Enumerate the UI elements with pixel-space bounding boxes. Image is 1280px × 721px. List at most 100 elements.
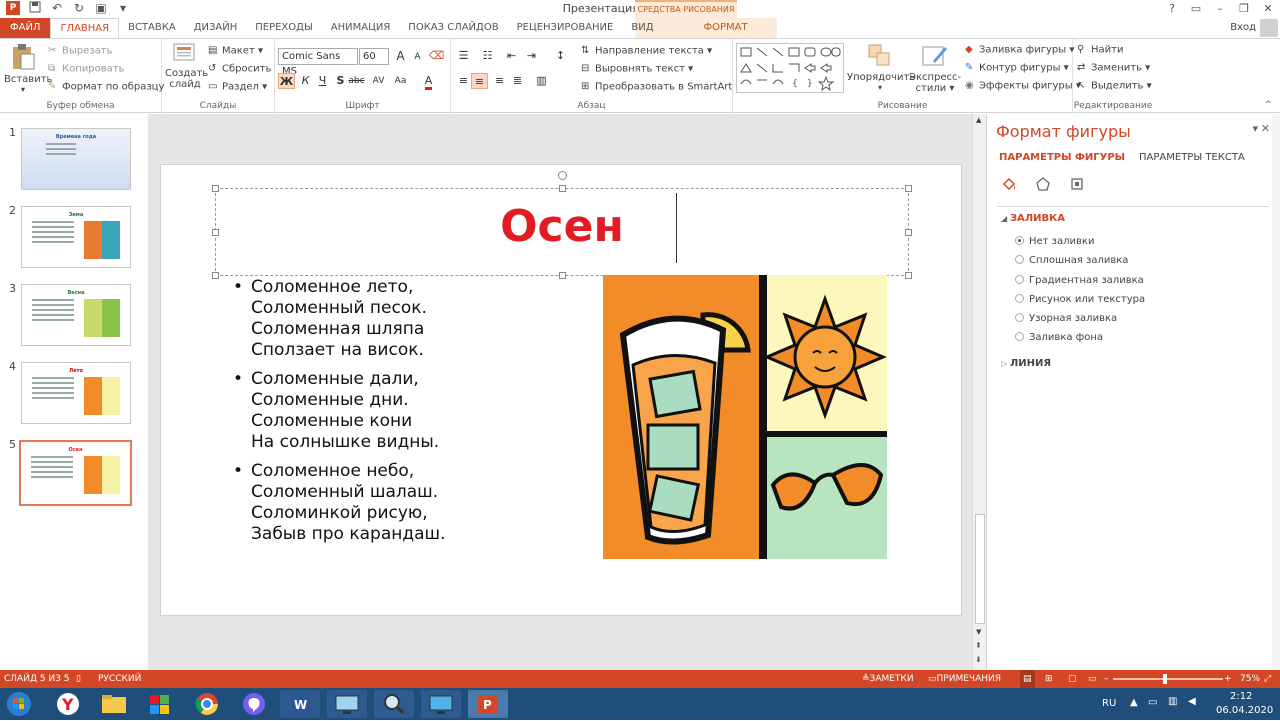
text-direction-button[interactable]: ⇅ Направление текста ▾ — [581, 45, 712, 57]
increase-indent-button[interactable]: ⇥ — [523, 48, 540, 64]
tray-up-arrow-icon[interactable]: ▲ — [1130, 697, 1138, 708]
resize-handle-br[interactable] — [905, 272, 912, 279]
slide-thumbnail-5[interactable]: Осен — [19, 440, 132, 506]
slide-sorter-icon[interactable]: ⊞ — [1045, 670, 1053, 688]
layout-button[interactable]: ▤ Макет ▾ — [208, 45, 263, 57]
tab-file[interactable]: ФАЙЛ — [0, 18, 51, 38]
yandex-browser-icon[interactable]: Y — [48, 690, 88, 718]
zoom-slider-thumb[interactable] — [1163, 674, 1167, 684]
copy-button[interactable]: ⧉ Копировать — [48, 63, 124, 75]
editor-scrollbar[interactable]: ▲ ▼ ⇞ ⇟ — [972, 114, 986, 670]
fill-section-header[interactable]: ◢ ЗАЛИВКА — [1001, 213, 1065, 224]
fill-option-picture[interactable]: Рисунок или текстура — [1015, 294, 1145, 305]
change-case-button[interactable]: Aa — [392, 73, 409, 89]
shrink-font-button[interactable]: A — [409, 49, 426, 65]
fill-option-none[interactable]: Нет заливки — [1015, 236, 1094, 247]
clear-format-button[interactable]: ⌫ — [428, 48, 445, 64]
ribbon-options-icon[interactable]: ▭ — [1184, 0, 1208, 18]
quick-styles-button[interactable]: Экспресс- стили ▾ — [909, 43, 961, 94]
slide-thumbnail-1[interactable]: Времена года — [21, 128, 131, 190]
tab-slide-show[interactable]: ПОКАЗ СЛАЙДОВ — [399, 18, 507, 38]
notes-button[interactable]: ≜ ЗАМЕТКИ — [862, 670, 914, 688]
fill-option-background[interactable]: Заливка фона — [1015, 332, 1103, 343]
slideshow-icon[interactable]: ▭ — [1088, 670, 1097, 688]
restore-icon[interactable]: ❐ — [1232, 0, 1256, 18]
find-button[interactable]: ⚲ Найти — [1077, 44, 1123, 56]
zoom-slider[interactable] — [1113, 678, 1223, 680]
powerpoint-icon[interactable]: P — [468, 690, 508, 718]
slide-canvas[interactable]: Осен • Соломенное лето, Соломенный песок… — [160, 164, 962, 616]
align-center-button[interactable]: ≡ — [471, 73, 488, 89]
tab-shape-options[interactable]: ПАРАМЕТРЫ ФИГУРЫ — [999, 152, 1125, 163]
radio[interactable] — [1015, 275, 1024, 284]
grow-font-button[interactable]: A — [392, 48, 409, 64]
cut-button[interactable]: ✂ Вырезать — [48, 45, 112, 57]
radio-selected[interactable] — [1015, 236, 1024, 245]
align-text-button[interactable]: ⊟ Выровнять текст ▾ — [581, 63, 693, 75]
font-size-select[interactable]: 60 — [359, 48, 389, 65]
new-slide-button[interactable]: Создать слайд — [165, 43, 208, 90]
resize-handle-ml[interactable] — [212, 229, 219, 236]
chrome-icon[interactable] — [187, 690, 227, 718]
normal-view-icon[interactable]: ▤ — [1020, 670, 1035, 688]
size-properties-icon[interactable] — [1069, 176, 1085, 192]
spelling-icon[interactable]: ▯ — [76, 670, 81, 688]
shape-fill-button[interactable]: ◆ Заливка фигуры ▾ — [965, 44, 1074, 56]
zoom-in-icon[interactable]: + — [1224, 670, 1232, 688]
pane-options-icon[interactable]: ▾ — [1252, 122, 1258, 135]
shape-outline-button[interactable]: ✎ Контур фигуры ▾ — [965, 62, 1069, 74]
fit-slide-icon[interactable]: ⤢ — [1264, 670, 1271, 688]
tab-transitions[interactable]: ПЕРЕХОДЫ — [246, 18, 322, 38]
radio[interactable] — [1015, 255, 1024, 264]
font-color-button[interactable]: A — [420, 73, 437, 90]
line-section-header[interactable]: ▷ ЛИНИЯ — [1001, 358, 1051, 369]
underline-button[interactable]: Ч — [314, 73, 331, 89]
magnifier-app-icon[interactable] — [374, 690, 414, 718]
resize-handle-tc[interactable] — [559, 185, 566, 192]
tray-battery-icon[interactable]: ▭ — [1148, 697, 1157, 708]
tab-view[interactable]: ВИД — [622, 18, 662, 38]
bullets-button[interactable]: ☰ — [455, 48, 472, 64]
minimize-icon[interactable]: – — [1208, 0, 1232, 18]
align-right-button[interactable]: ≡ — [491, 73, 508, 89]
select-button[interactable]: ↖ Выделить ▾ — [1077, 80, 1152, 92]
shadow-button[interactable]: S — [332, 73, 349, 89]
slide-thumbnail-3[interactable]: Весна — [21, 284, 131, 346]
summer-clipart-image[interactable] — [603, 275, 887, 559]
resize-handle-tr[interactable] — [905, 185, 912, 192]
smartart-button[interactable]: ⊞Преобразовать в SmartArt ▾ — [581, 81, 741, 93]
zoom-out-icon[interactable]: – — [1104, 670, 1109, 688]
collapse-ribbon-icon[interactable]: ^ — [1264, 100, 1272, 110]
rotate-handle-icon[interactable] — [558, 171, 567, 180]
help-icon[interactable]: ? — [1160, 0, 1184, 18]
strikethrough-button[interactable]: abc — [348, 73, 365, 89]
radio[interactable] — [1015, 332, 1024, 341]
tab-animation[interactable]: АНИМАЦИЯ — [322, 18, 400, 38]
prev-slide-icon[interactable]: ⇞ — [975, 641, 982, 650]
fill-option-pattern[interactable]: Узорная заливка — [1015, 313, 1117, 324]
resize-handle-bl[interactable] — [212, 272, 219, 279]
next-slide-icon[interactable]: ⇟ — [975, 655, 982, 664]
reading-view-icon[interactable]: ▢ — [1068, 670, 1077, 688]
italic-button[interactable]: К — [297, 73, 314, 89]
scroll-up-icon[interactable]: ▲ — [976, 116, 981, 124]
section-button[interactable]: ▭ Раздел ▾ — [208, 81, 267, 93]
radio[interactable] — [1015, 313, 1024, 322]
fill-line-icon[interactable] — [1001, 176, 1017, 192]
justify-button[interactable]: ≣ — [509, 73, 526, 89]
numbering-button[interactable]: ☷ — [479, 48, 496, 64]
sign-in-link[interactable]: Вход — [1230, 18, 1256, 38]
avatar[interactable] — [1260, 19, 1278, 37]
remote-desktop-icon[interactable] — [327, 690, 367, 718]
display-app-icon[interactable] — [421, 690, 461, 718]
paste-button[interactable]: Вставить ▾ — [4, 43, 52, 99]
tab-insert[interactable]: ВСТАВКА — [119, 18, 185, 38]
tray-language[interactable]: RU — [1102, 698, 1116, 709]
fill-option-gradient[interactable]: Градиентная заливка — [1015, 275, 1144, 286]
tab-design[interactable]: ДИЗАЙН — [185, 18, 247, 38]
font-name-select[interactable]: Comic Sans MS — [278, 48, 358, 77]
slide-thumbnail-2[interactable]: Зима — [21, 206, 131, 268]
zoom-level[interactable]: 75% — [1240, 670, 1260, 688]
format-painter-button[interactable]: ✎ Формат по образцу — [48, 81, 164, 93]
title-placeholder[interactable]: Осен — [212, 171, 912, 279]
